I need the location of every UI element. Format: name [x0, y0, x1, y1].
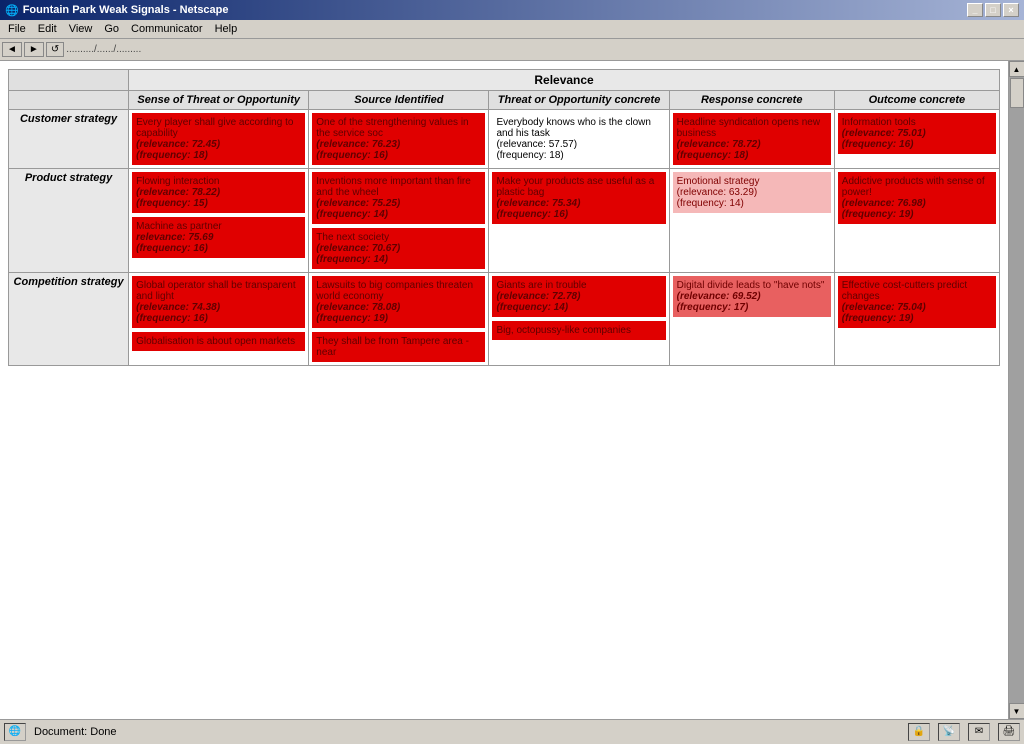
cell-content: Everybody knows who is the clown and his… — [492, 113, 665, 165]
cell-content-top: Inventions more important than fire and … — [312, 172, 485, 224]
status-icon-4: ✉ — [968, 723, 990, 741]
menu-communicator[interactable]: Communicator — [125, 22, 209, 36]
cell-container: Global operator shall be transparent and… — [132, 276, 305, 351]
cell-product-2: Make your products ase useful as a plast… — [489, 169, 669, 273]
menu-edit[interactable]: Edit — [32, 22, 63, 36]
status-icon: 🌐 — [4, 723, 26, 741]
cell-product-3: Emotional strategy (relevance: 63.29) (f… — [669, 169, 834, 273]
toolbar-address: ........../....../......... — [66, 44, 141, 55]
corner-cell — [9, 70, 129, 91]
scrollbar[interactable]: ▲ ▼ — [1008, 61, 1024, 719]
cell-customer-0: Every player shall give according to cap… — [129, 110, 309, 169]
window-controls[interactable]: _ □ × — [967, 3, 1019, 17]
scrollbar-thumb[interactable] — [1010, 78, 1024, 108]
app-icon: 🌐 — [5, 4, 19, 17]
cell-competition-1: Lawsuits to big companies threaten world… — [309, 273, 489, 366]
cell-content: Digital divide leads to "have nots" (rel… — [673, 276, 831, 317]
status-icon-2: 🔒 — [908, 723, 930, 741]
cell-content-bottom: Machine as partner relevance: 75.69 (fre… — [132, 217, 305, 258]
status-icon-5: 🖨 — [998, 723, 1020, 741]
statusbar: 🌐 Document: Done 🔒 📡 ✉ 🖨 — [0, 719, 1024, 743]
scroll-down-button[interactable]: ▼ — [1009, 703, 1024, 719]
cell-content: Information tools (relevance: 75.01) (fr… — [838, 113, 996, 154]
menu-file[interactable]: File — [2, 22, 32, 36]
cell-customer-1: One of the strengthening values in the s… — [309, 110, 489, 169]
cell-content: Headline syndication opens new business … — [673, 113, 831, 165]
cell-content-top: Flowing interaction (relevance: 78.22) (… — [132, 172, 305, 213]
cell-content-bottom: The next society (relevance: 70.67) (fre… — [312, 228, 485, 269]
col-header-1: Source Identified — [309, 91, 489, 110]
table-row: Product strategy Flowing interaction (re… — [9, 169, 1000, 273]
cell-content: One of the strengthening values in the s… — [312, 113, 485, 165]
cell-content: Make your products ase useful as a plast… — [492, 172, 665, 224]
cell-customer-2: Everybody knows who is the clown and his… — [489, 110, 669, 169]
row-label-competition: Competition strategy — [9, 273, 129, 366]
cell-container: Lawsuits to big companies threaten world… — [312, 276, 485, 362]
cell-customer-4: Information tools (relevance: 75.01) (fr… — [834, 110, 999, 169]
cell-product-1: Inventions more important than fire and … — [309, 169, 489, 273]
relevance-header: Relevance — [129, 70, 1000, 91]
title-bar: 🌐 Fountain Park Weak Signals - Netscape … — [0, 0, 1024, 20]
main-content[interactable]: Relevance Sense of Threat or Opportunity… — [0, 61, 1008, 719]
cell-product-0: Flowing interaction (relevance: 78.22) (… — [129, 169, 309, 273]
cell-content: Addictive products with sense of power! … — [838, 172, 996, 224]
table-row: Competition strategy Global operator sha… — [9, 273, 1000, 366]
cell-competition-4: Effective cost-cutters predict changes (… — [834, 273, 999, 366]
col-header-0: Sense of Threat or Opportunity — [129, 91, 309, 110]
cell-content-bottom: Big, octopussy-like companies — [492, 321, 665, 340]
table-row: Customer strategy Every player shall giv… — [9, 110, 1000, 169]
scroll-up-button[interactable]: ▲ — [1009, 61, 1024, 77]
menu-help[interactable]: Help — [209, 22, 244, 36]
toolbar-forward[interactable]: ► — [24, 42, 44, 57]
cell-competition-0: Global operator shall be transparent and… — [129, 273, 309, 366]
close-button[interactable]: × — [1003, 3, 1019, 17]
minimize-button[interactable]: _ — [967, 3, 983, 17]
maximize-button[interactable]: □ — [985, 3, 1001, 17]
cell-content-top: Giants are in trouble (relevance: 72.78)… — [492, 276, 665, 317]
content-area: Relevance Sense of Threat or Opportunity… — [0, 61, 1024, 719]
cell-content: Emotional strategy (relevance: 63.29) (f… — [673, 172, 831, 213]
cell-content-top: Lawsuits to big companies threaten world… — [312, 276, 485, 328]
status-icon-3: 📡 — [938, 723, 960, 741]
menu-go[interactable]: Go — [98, 22, 125, 36]
toolbar-back[interactable]: ◄ — [2, 42, 22, 57]
window-title: Fountain Park Weak Signals - Netscape — [23, 4, 229, 16]
cell-content-bottom: Globalisation is about open markets — [132, 332, 305, 351]
col-header-4: Outcome concrete — [834, 91, 999, 110]
col-header-2: Threat or Opportunity concrete — [489, 91, 669, 110]
toolbar: ◄ ► ↺ ........../....../......... — [0, 39, 1024, 61]
row-label-product: Product strategy — [9, 169, 129, 273]
cell-container: Giants are in trouble (relevance: 72.78)… — [492, 276, 665, 340]
cell-product-4: Addictive products with sense of power! … — [834, 169, 999, 273]
row-label-customer: Customer strategy — [9, 110, 129, 169]
cell-content: Effective cost-cutters predict changes (… — [838, 276, 996, 328]
cell-content-top: Global operator shall be transparent and… — [132, 276, 305, 328]
cell-customer-3: Headline syndication opens new business … — [669, 110, 834, 169]
col-header-3: Response concrete — [669, 91, 834, 110]
cell-container: Flowing interaction (relevance: 78.22) (… — [132, 172, 305, 258]
cell-content-bottom: They shall be from Tampere area - near — [312, 332, 485, 362]
cell-competition-2: Giants are in trouble (relevance: 72.78)… — [489, 273, 669, 366]
toolbar-reload[interactable]: ↺ — [46, 42, 64, 57]
menu-view[interactable]: View — [63, 22, 99, 36]
row-label-header — [9, 91, 129, 110]
scrollbar-track[interactable] — [1009, 77, 1024, 703]
relevance-table: Relevance Sense of Threat or Opportunity… — [8, 69, 1000, 366]
menubar: File Edit View Go Communicator Help — [0, 20, 1024, 39]
title-left: 🌐 Fountain Park Weak Signals - Netscape — [5, 4, 229, 17]
cell-content: Every player shall give according to cap… — [132, 113, 305, 165]
cell-competition-3: Digital divide leads to "have nots" (rel… — [669, 273, 834, 366]
status-text: Document: Done — [34, 726, 117, 738]
cell-container: Inventions more important than fire and … — [312, 172, 485, 269]
